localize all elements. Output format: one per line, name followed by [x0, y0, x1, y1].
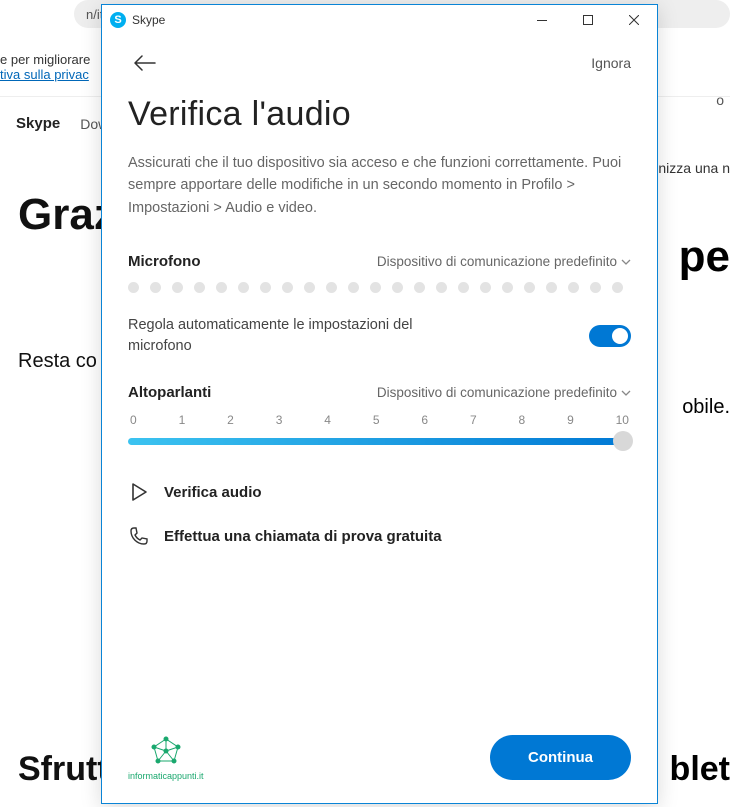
skype-window: S Skype Ignora Verifica l'audio Assicura…	[101, 4, 658, 804]
close-icon	[629, 15, 639, 25]
mic-level-dot	[568, 282, 579, 293]
tick-label: 6	[421, 413, 428, 427]
bg-h1-right: pe	[679, 232, 730, 282]
test-call-label: Effettua una chiamata di prova gratuita	[164, 528, 442, 545]
mic-level-dot	[238, 282, 249, 293]
maximize-button[interactable]	[565, 5, 611, 35]
tick-label: 1	[179, 413, 186, 427]
watermark-icon	[148, 733, 184, 769]
tick-label: 8	[519, 413, 526, 427]
titlebar: S Skype	[102, 5, 657, 35]
speakers-label: Altoparlanti	[128, 384, 211, 401]
mic-level-dot	[458, 282, 469, 293]
test-audio-label: Verifica audio	[164, 484, 262, 501]
mic-level-dot	[260, 282, 271, 293]
watermark: informaticappunti.it	[128, 733, 204, 781]
play-icon	[128, 481, 150, 503]
cookie-text: e per migliorare	[0, 52, 90, 67]
mic-level-dot	[546, 282, 557, 293]
page-title: Verifica l'audio	[128, 95, 631, 134]
mic-level-dot	[480, 282, 491, 293]
microphone-device-value: Dispositivo di comunicazione predefinito	[377, 254, 617, 269]
mic-level-dot	[590, 282, 601, 293]
tick-label: 3	[276, 413, 283, 427]
bg-h2-right: blet	[670, 750, 730, 789]
header-row: Ignora	[128, 43, 631, 83]
microphone-section-header: Microfono Dispositivo di comunicazione p…	[128, 253, 631, 270]
mic-level-dot	[216, 282, 227, 293]
minimize-icon	[537, 20, 547, 21]
mic-level-dot	[282, 282, 293, 293]
microphone-level-meter	[128, 282, 631, 293]
footer: informaticappunti.it Continua	[128, 733, 631, 781]
test-call-button[interactable]: Effettua una chiamata di prova gratuita	[128, 525, 631, 547]
slider-thumb[interactable]	[613, 431, 633, 451]
tick-label: 2	[227, 413, 234, 427]
speaker-volume-slider[interactable]	[128, 431, 631, 451]
slider-ticks: 0 1 2 3 4 5 6 7 8 9 10	[128, 413, 631, 427]
bg-brand: Skype	[16, 115, 60, 132]
auto-adjust-row: Regola automaticamente le impostazioni d…	[128, 315, 631, 356]
mic-level-dot	[150, 282, 161, 293]
bg-right-o: o	[716, 92, 724, 108]
watermark-text: informaticappunti.it	[128, 771, 204, 781]
bg-right-text: nizza una n	[658, 160, 730, 176]
back-button[interactable]	[128, 49, 162, 77]
speakers-section-header: Altoparlanti Dispositivo di comunicazion…	[128, 384, 631, 401]
chevron-down-icon	[621, 259, 631, 265]
test-audio-button[interactable]: Verifica audio	[128, 481, 631, 503]
slider-track	[128, 438, 631, 445]
mic-level-dot	[172, 282, 183, 293]
continue-button[interactable]: Continua	[490, 735, 631, 780]
mic-level-dot	[414, 282, 425, 293]
page-description: Assicurati che il tuo dispositivo sia ac…	[128, 152, 631, 219]
mic-level-dot	[502, 282, 513, 293]
speakers-device-select[interactable]: Dispositivo di comunicazione predefinito	[377, 385, 631, 400]
titlebar-title: Skype	[132, 13, 519, 27]
tick-label: 9	[567, 413, 574, 427]
cookie-link: tiva sulla privac	[0, 67, 89, 82]
maximize-icon	[583, 15, 593, 25]
back-arrow-icon	[134, 55, 156, 71]
mic-level-dot	[128, 282, 139, 293]
close-button[interactable]	[611, 5, 657, 35]
tick-label: 0	[130, 413, 137, 427]
minimize-button[interactable]	[519, 5, 565, 35]
toggle-knob	[612, 328, 628, 344]
ignore-button[interactable]: Ignora	[591, 55, 631, 71]
microphone-label: Microfono	[128, 253, 201, 270]
mic-level-dot	[304, 282, 315, 293]
phone-icon	[128, 525, 150, 547]
content-area: Ignora Verifica l'audio Assicurati che i…	[102, 35, 657, 589]
mic-level-dot	[370, 282, 381, 293]
chevron-down-icon	[621, 390, 631, 396]
auto-adjust-toggle[interactable]	[589, 325, 631, 347]
mic-level-dot	[326, 282, 337, 293]
skype-logo-icon: S	[110, 12, 126, 28]
mic-level-dot	[524, 282, 535, 293]
speakers-device-value: Dispositivo di comunicazione predefinito	[377, 385, 617, 400]
mic-level-dot	[436, 282, 447, 293]
tick-label: 4	[324, 413, 331, 427]
tick-label: 10	[616, 413, 629, 427]
mic-level-dot	[392, 282, 403, 293]
mic-level-dot	[194, 282, 205, 293]
auto-adjust-label: Regola automaticamente le impostazioni d…	[128, 315, 478, 356]
tick-label: 5	[373, 413, 380, 427]
microphone-device-select[interactable]: Dispositivo di comunicazione predefinito	[377, 254, 631, 269]
bg-p-right: obile.	[682, 396, 730, 419]
mic-level-dot	[612, 282, 623, 293]
mic-level-dot	[348, 282, 359, 293]
tick-label: 7	[470, 413, 477, 427]
